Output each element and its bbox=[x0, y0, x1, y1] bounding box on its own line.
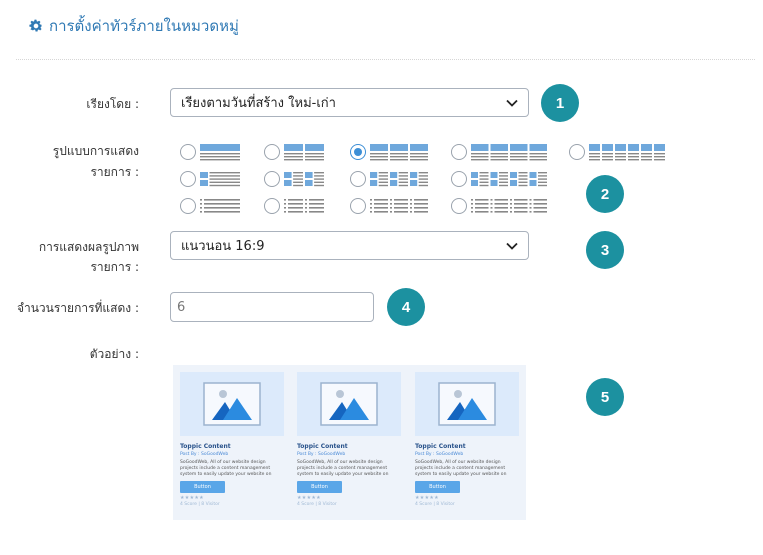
page-title: การตั้งค่าทัวร์ภายในหมวดหมู่ bbox=[49, 17, 239, 35]
layout-radio[interactable] bbox=[180, 198, 196, 214]
layout-radio[interactable] bbox=[264, 144, 280, 160]
card-stars: ★★★★★ bbox=[180, 495, 204, 501]
step-badge-2: 2 bbox=[586, 175, 624, 213]
layout-thumbnail-icon bbox=[284, 172, 324, 187]
card-meta: 4 Score | 8 Visitor bbox=[297, 502, 337, 507]
layout-radio[interactable] bbox=[264, 171, 280, 187]
count-label: จำนวนรายการที่แสดง : bbox=[16, 301, 139, 315]
image-placeholder-icon bbox=[203, 382, 261, 426]
layout-radio[interactable] bbox=[451, 144, 467, 160]
layout-label-line1: รูปแบบการแสดง bbox=[52, 144, 139, 158]
image-placeholder-icon bbox=[320, 382, 378, 426]
layout-option[interactable] bbox=[451, 170, 547, 188]
layout-thumbnail-icon bbox=[589, 144, 665, 161]
layout-label: รูปแบบการแสดง รายการ : bbox=[53, 141, 139, 183]
card-meta: 4 Score | 8 Visitor bbox=[180, 502, 220, 507]
layout-radio[interactable] bbox=[180, 144, 196, 160]
preview-panel: Toppic Content Post By : SoGoodWeb SoGoo… bbox=[173, 365, 526, 520]
layout-radio[interactable] bbox=[451, 171, 467, 187]
layout-radio[interactable] bbox=[180, 171, 196, 187]
card-button: Button bbox=[297, 481, 342, 493]
layout-thumbnail-icon bbox=[200, 172, 240, 187]
step-badge-5: 5 bbox=[586, 378, 624, 416]
layout-option[interactable] bbox=[451, 197, 547, 215]
image-display-label-line2: รายการ : bbox=[90, 260, 139, 274]
layout-thumbnail-icon bbox=[471, 172, 547, 187]
count-input[interactable] bbox=[170, 292, 374, 322]
layout-option[interactable] bbox=[264, 197, 324, 215]
sort-label: เรียงโดย : bbox=[86, 97, 139, 111]
preview-card: Toppic Content Post By : SoGoodWeb SoGoo… bbox=[297, 372, 401, 517]
layout-thumbnail-icon bbox=[370, 199, 428, 213]
card-image-placeholder bbox=[180, 372, 284, 436]
card-title: Toppic Content bbox=[297, 443, 348, 450]
preview-card: Toppic Content Post By : SoGoodWeb SoGoo… bbox=[415, 372, 519, 517]
header-divider bbox=[16, 59, 755, 60]
step-badge-4: 4 bbox=[387, 288, 425, 326]
image-placeholder-icon bbox=[438, 382, 496, 426]
card-image-placeholder bbox=[415, 372, 519, 436]
preview-label: ตัวอย่าง : bbox=[89, 347, 139, 361]
card-post-by: Post By : SoGoodWeb bbox=[180, 452, 229, 457]
card-description: SoGoodWeb, All of our website design pro… bbox=[415, 460, 507, 477]
layout-option[interactable] bbox=[180, 170, 240, 188]
layout-label-line2: รายการ : bbox=[90, 165, 139, 179]
card-title: Toppic Content bbox=[180, 443, 231, 450]
layout-radio[interactable] bbox=[350, 144, 366, 160]
card-image-placeholder bbox=[297, 372, 401, 436]
step-badge-1: 1 bbox=[541, 84, 579, 122]
image-display-select[interactable]: แนวนอน 16:9 bbox=[170, 231, 529, 260]
card-post-by: Post By : SoGoodWeb bbox=[297, 452, 346, 457]
card-post-by: Post By : SoGoodWeb bbox=[415, 452, 464, 457]
card-title: Toppic Content bbox=[415, 443, 466, 450]
layout-option[interactable] bbox=[569, 143, 665, 161]
layout-thumbnail-icon bbox=[370, 172, 428, 187]
gear-icon bbox=[29, 19, 43, 32]
image-display-label: การแสดงผลรูปภาพ รายการ : bbox=[39, 237, 139, 277]
layout-thumbnail-icon bbox=[471, 199, 547, 213]
chevron-down-icon bbox=[506, 242, 518, 250]
preview-card: Toppic Content Post By : SoGoodWeb SoGoo… bbox=[180, 372, 284, 517]
layout-option[interactable] bbox=[451, 143, 547, 161]
card-button: Button bbox=[415, 481, 460, 493]
card-description: SoGoodWeb, All of our website design pro… bbox=[180, 460, 272, 477]
layout-option[interactable] bbox=[350, 197, 428, 215]
layout-option[interactable] bbox=[264, 170, 324, 188]
layout-radio[interactable] bbox=[264, 198, 280, 214]
layout-radio[interactable] bbox=[350, 171, 366, 187]
card-stars: ★★★★★ bbox=[297, 495, 321, 501]
layout-option[interactable] bbox=[350, 170, 428, 188]
card-button: Button bbox=[180, 481, 225, 493]
layout-option[interactable] bbox=[350, 143, 428, 161]
layout-thumbnail-icon bbox=[284, 144, 324, 161]
layout-radio[interactable] bbox=[569, 144, 585, 160]
card-description: SoGoodWeb, All of our website design pro… bbox=[297, 460, 389, 477]
image-display-select-value: แนวนอน 16:9 bbox=[181, 239, 265, 254]
layout-thumbnail-icon bbox=[471, 144, 547, 161]
image-display-label-line1: การแสดงผลรูปภาพ bbox=[38, 240, 139, 254]
card-meta: 4 Score | 8 Visitor bbox=[415, 502, 455, 507]
page-header: การตั้งค่าทัวร์ภายในหมวดหมู่ bbox=[28, 14, 239, 38]
chevron-down-icon bbox=[506, 99, 518, 107]
card-stars: ★★★★★ bbox=[415, 495, 439, 501]
layout-radio[interactable] bbox=[350, 198, 366, 214]
step-badge-3: 3 bbox=[586, 231, 624, 269]
layout-thumbnail-icon bbox=[370, 144, 428, 161]
layout-thumbnail-icon bbox=[200, 199, 240, 213]
layout-thumbnail-icon bbox=[200, 144, 240, 161]
sort-select-value: เรียงตามวันที่สร้าง ใหม่-เก่า bbox=[181, 96, 336, 111]
layout-option[interactable] bbox=[180, 197, 240, 215]
layout-option[interactable] bbox=[264, 143, 324, 161]
layout-radio[interactable] bbox=[451, 198, 467, 214]
sort-select[interactable]: เรียงตามวันที่สร้าง ใหม่-เก่า bbox=[170, 88, 529, 117]
layout-thumbnail-icon bbox=[284, 199, 324, 213]
layout-option[interactable] bbox=[180, 143, 240, 161]
